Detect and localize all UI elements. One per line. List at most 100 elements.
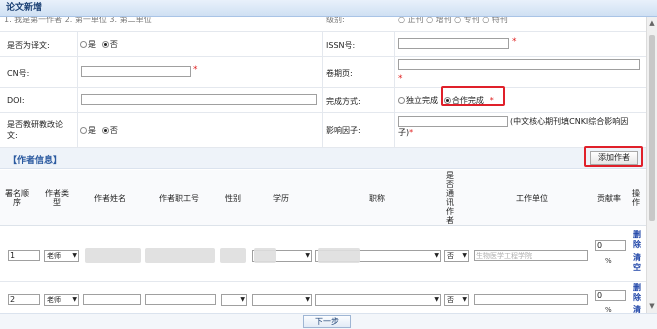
corresponding-select[interactable]: 否 ▼ [444, 294, 469, 306]
issn-label: ISSN号: [326, 41, 356, 50]
authors-section-header: 【作者信息】 添加作者 [0, 146, 646, 169]
th-unit: 工作单位 [516, 193, 548, 203]
translated-radio-group: 是 否 [80, 39, 121, 50]
volume-input[interactable] [398, 59, 640, 70]
author-type-select[interactable]: 老师 ▼ [44, 250, 79, 262]
author-gender-redacted[interactable] [220, 248, 246, 263]
reform-yes-label: 是 [88, 126, 96, 135]
scroll-up-icon[interactable]: ▲ [647, 18, 657, 28]
highlight-cooperative [441, 86, 505, 106]
author-type-value: 老师 [47, 296, 61, 304]
author-row-1: 1 老师 ▼ ▼ ▼ 否 ▼ 生物医学工程学院 0 % 删除 清空 [0, 227, 646, 282]
reform-radio-group: 是 否 [80, 125, 121, 136]
clear-link[interactable]: 清空 [633, 305, 646, 313]
issn-required-mark: * [512, 37, 517, 47]
gender-select[interactable]: ▼ [221, 294, 247, 306]
row-doi: DOI: 完成方式: 独立完成 合作完成 * [0, 86, 646, 113]
issn-input[interactable] [398, 38, 509, 49]
education-select[interactable]: ▼ [252, 294, 312, 306]
translated-no-radio[interactable] [101, 41, 109, 48]
chevron-down-icon: ▼ [462, 296, 467, 303]
unit-input[interactable] [474, 294, 588, 305]
order-input[interactable]: 2 [8, 294, 40, 305]
highlight-add-author [584, 146, 643, 167]
impact-hint-text: (中文核心期刊填CNKI综合影响因子) [398, 117, 629, 137]
chevron-down-icon: ▼ [72, 296, 77, 303]
cut-row: 1. 我是第一作者 2. 第一单位 3. 第二单位 级别: ○ 正刊 ○ 增刊 … [0, 17, 646, 32]
label-divider-left [77, 32, 78, 148]
rate-percent: % [605, 306, 612, 313]
th-type: 作者类型 [45, 189, 69, 207]
cut-row-left: 1. 我是第一作者 2. 第一单位 3. 第二单位 [4, 17, 152, 24]
doi-input[interactable] [81, 94, 317, 105]
translated-no-label: 否 [109, 40, 118, 49]
cn-label: CN号: [7, 69, 30, 78]
rate-percent: % [605, 257, 612, 265]
corresponding-value: 否 [447, 296, 454, 304]
label-divider-mid [322, 32, 323, 148]
scrollbar-thumb[interactable] [649, 35, 655, 221]
reform-no-radio[interactable] [101, 127, 109, 134]
corresponding-value: 否 [447, 252, 454, 260]
chevron-down-icon: ▼ [434, 252, 439, 259]
authors-section-title: 【作者信息】 [8, 156, 63, 166]
chevron-down-icon: ▼ [305, 296, 310, 303]
doi-label: DOI: [7, 96, 25, 105]
label-divider-right [394, 32, 395, 148]
unit-input[interactable]: 生物医学工程学院 [474, 250, 588, 261]
th-title: 职称 [369, 193, 385, 203]
volume-label: 卷期页: [326, 69, 353, 78]
cn-input[interactable] [81, 66, 191, 77]
th-corresponding: 是否通讯作者 [446, 171, 454, 225]
chevron-down-icon: ▼ [305, 252, 310, 259]
independent-label: 独立完成 [406, 96, 438, 105]
order-input[interactable]: 1 [8, 250, 40, 261]
corresponding-select[interactable]: 否 ▼ [444, 250, 469, 262]
cut-row-right-text: ○ 正刊 ○ 增刊 ○ 专刊 ○ 特刊 [398, 17, 508, 24]
education-redacted [254, 248, 276, 263]
cut-row-right-label: 级别: [326, 17, 345, 24]
translated-yes-label: 是 [88, 40, 96, 49]
th-rate: 贡献率 [597, 193, 621, 203]
clear-link[interactable]: 清空 [633, 253, 646, 273]
impact-label: 影响因子: [326, 126, 361, 135]
chevron-down-icon: ▼ [72, 252, 77, 259]
th-gender: 性别 [225, 193, 241, 203]
next-step-button[interactable]: 下一步 [303, 315, 351, 328]
row-cn: CN号: * 卷期页: * [0, 57, 646, 88]
author-staff-no-redacted[interactable] [145, 248, 215, 263]
translated-yes-radio[interactable] [80, 41, 87, 48]
title-select[interactable]: ▼ [315, 294, 441, 306]
author-type-value: 老师 [47, 252, 61, 260]
th-staff-no: 作者职工号 [159, 193, 199, 203]
footer-bar: 下一步 [0, 313, 657, 329]
reform-yes-radio[interactable] [80, 127, 87, 134]
impact-required-mark: * [409, 128, 414, 137]
cn-required-mark: * [193, 65, 198, 75]
delete-link[interactable]: 删除 [633, 230, 646, 250]
scroll-down-icon[interactable]: ▼ [647, 301, 657, 311]
row-translated: 是否为译文: 是 否 ISSN号: * [0, 32, 646, 57]
author-name-input[interactable] [83, 294, 141, 305]
independent-radio[interactable] [398, 97, 405, 104]
author-name-redacted[interactable] [85, 248, 141, 263]
th-education: 学历 [273, 193, 289, 203]
impact-hint: (中文核心期刊填CNKI综合影响因子)* [398, 116, 638, 138]
chevron-down-icon: ▼ [240, 296, 245, 303]
reform-no-label: 否 [109, 126, 118, 135]
row-reform: 是否教研教改论文: 是 否 影响因子: (中文核心期刊填CNKI综合影响因子)* [0, 113, 646, 148]
translated-label: 是否为译文: [7, 41, 50, 50]
author-staff-no-input[interactable] [145, 294, 216, 305]
vertical-scrollbar[interactable]: ▲ ▼ [646, 17, 657, 313]
th-name: 作者姓名 [94, 193, 126, 203]
chevron-down-icon: ▼ [462, 252, 467, 259]
th-order: 署名顺序 [5, 189, 29, 207]
rate-input[interactable]: 0 [595, 240, 626, 251]
author-type-select[interactable]: 老师 ▼ [44, 294, 79, 306]
author-row-2: 2 老师▼ ▼ ▼ ▼ 否▼ 0 % 删除 清空 [0, 283, 646, 313]
unit-value: 生物医学工程学院 [476, 252, 532, 260]
title-redacted [318, 248, 360, 263]
delete-link[interactable]: 删除 [633, 283, 646, 303]
rate-input[interactable]: 0 [595, 290, 626, 301]
reform-label: 是否教研教改论文: [7, 120, 63, 140]
